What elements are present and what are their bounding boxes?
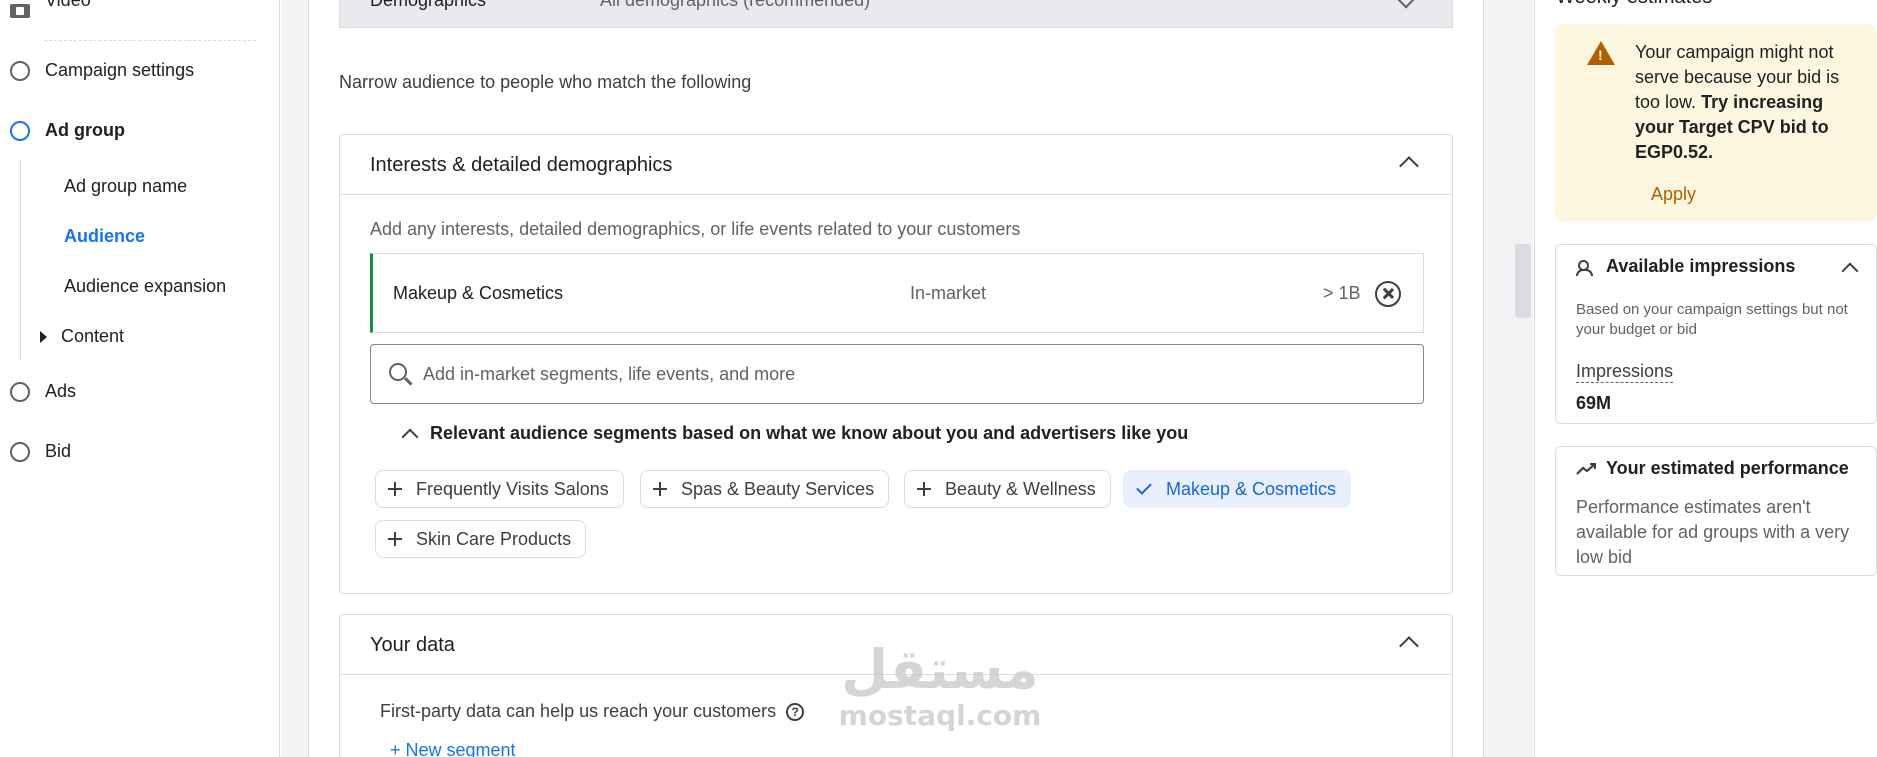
demographics-row[interactable]: Demographics All demographics (recommend… (339, 0, 1453, 28)
bid-warning-card: Your campaign might not serve because yo… (1555, 24, 1877, 222)
nav-sub-ad-group-name[interactable]: Ad group name (64, 176, 187, 197)
chip-frequently-visits-salons[interactable]: Frequently Visits Salons (375, 470, 624, 508)
check-icon (1136, 479, 1152, 495)
radio-icon (10, 441, 30, 462)
interests-panel: Interests & detailed demographics Add an… (339, 134, 1453, 594)
watermark-arabic: مستقل (841, 638, 1039, 701)
plus-icon (388, 482, 402, 496)
nav-item-ad-group[interactable]: Ad group (0, 120, 125, 141)
plus-icon (653, 482, 667, 496)
chip-makeup-cosmetics[interactable]: Makeup & Cosmetics (1123, 470, 1352, 508)
impressions-value: 69M (1576, 393, 1612, 413)
radio-active-icon (10, 120, 30, 141)
weekly-estimates-title: Weekly estimates (1556, 0, 1712, 9)
interests-panel-title: Interests & detailed demographics (370, 154, 673, 176)
chevron-up-icon[interactable] (1399, 156, 1419, 176)
remove-segment-icon[interactable] (1375, 281, 1401, 307)
interests-panel-header[interactable]: Interests & detailed demographics (340, 135, 1452, 195)
your-data-description: First-party data can help us reach your … (380, 701, 777, 721)
watermark-logo: مستقل mostaql.com (830, 640, 1050, 732)
nav-label-ad-group: Ad group (45, 120, 125, 140)
narrow-audience-text: Narrow audience to people who match the … (339, 72, 752, 92)
nav-sub-audience[interactable]: Audience (64, 226, 145, 247)
left-navigation: Video Campaign settings Ad group Ad grou… (0, 0, 280, 757)
demographics-value: All demographics (recommended) (600, 0, 871, 10)
watermark-latin: mostaql.com (838, 699, 1042, 732)
nav-sub-content-label: Content (61, 326, 125, 346)
warning-text: Your campaign might not serve because yo… (1635, 40, 1865, 165)
plus-icon (917, 482, 931, 496)
chip-label: Frequently Visits Salons (416, 478, 609, 499)
selected-segment-size: > 1B (1323, 283, 1361, 303)
segment-search-input[interactable] (423, 359, 1403, 389)
scrollbar-thumb[interactable] (1515, 244, 1531, 318)
segment-search-box[interactable] (370, 344, 1424, 404)
chevron-up-icon[interactable] (1399, 636, 1419, 656)
chip-label: Makeup & Cosmetics (1166, 478, 1337, 499)
nav-item-video[interactable]: Video (0, 0, 91, 21)
nav-sub-content[interactable]: Content (40, 326, 124, 347)
caret-right-icon (40, 330, 47, 343)
chip-label: Spas & Beauty Services (681, 478, 875, 499)
radio-icon (10, 60, 30, 81)
nav-item-campaign-settings[interactable]: Campaign settings (0, 60, 194, 81)
your-data-panel-title: Your data (370, 634, 455, 656)
people-icon (1576, 260, 1594, 276)
available-impressions-title: Available impressions (1606, 256, 1796, 276)
interests-description: Add any interests, detailed demographics… (370, 219, 1021, 239)
new-segment-link[interactable]: + New segment (390, 740, 516, 757)
nav-item-ads[interactable]: Ads (0, 381, 76, 402)
nav-subtree-line (20, 160, 21, 360)
nav-label-bid: Bid (45, 441, 72, 461)
your-data-description-row: First-party data can help us reach your … (380, 701, 805, 722)
chip-label: Skin Care Products (416, 528, 572, 549)
chip-beauty-wellness[interactable]: Beauty & Wellness (904, 470, 1111, 508)
relevant-segments-toggle[interactable]: Relevant audience segments based on what… (401, 423, 1189, 445)
nav-item-bid[interactable]: Bid (0, 441, 71, 462)
estimated-performance-title: Your estimated performance (1606, 458, 1849, 478)
warning-icon (1587, 41, 1615, 65)
demographics-label: Demographics (370, 0, 487, 10)
chevron-up-icon (401, 428, 419, 445)
chip-spas-beauty-services[interactable]: Spas & Beauty Services (640, 470, 890, 508)
nav-label-video: Video (45, 0, 91, 10)
video-icon (10, 3, 30, 19)
chevron-down-icon (1397, 0, 1415, 9)
selected-segment-row: Makeup & Cosmetics In-market > 1B (370, 253, 1424, 333)
nav-label-ads: Ads (45, 381, 77, 401)
scrollbar-track[interactable] (1515, 0, 1533, 757)
plus-icon (388, 532, 402, 546)
nav-divider (44, 40, 256, 41)
chip-label: Beauty & Wellness (945, 478, 1096, 499)
chip-skin-care-products[interactable]: Skin Care Products (375, 520, 587, 558)
chevron-up-icon[interactable] (1841, 262, 1859, 280)
available-impressions-card: Available impressions Based on your camp… (1555, 244, 1877, 424)
estimated-performance-description: Performance estimates aren't available f… (1576, 497, 1850, 567)
radio-icon (10, 381, 30, 402)
impressions-label: Impressions (1576, 361, 1674, 383)
apply-button[interactable]: Apply (1651, 184, 1696, 205)
search-icon (389, 363, 407, 381)
trending-up-icon (1576, 463, 1596, 475)
nav-label-campaign-settings: Campaign settings (45, 60, 195, 80)
help-icon[interactable]: ? (786, 702, 805, 721)
relevant-segments-title: Relevant audience segments based on what… (430, 423, 1189, 443)
estimated-performance-card: Your estimated performance Performance e… (1555, 446, 1877, 576)
nav-sub-audience-expansion[interactable]: Audience expansion (64, 276, 226, 297)
selected-segment-type: In-market (910, 283, 987, 303)
available-impressions-description: Based on your campaign settings but not … (1576, 301, 1848, 338)
selected-segment-name: Makeup & Cosmetics (393, 283, 564, 303)
